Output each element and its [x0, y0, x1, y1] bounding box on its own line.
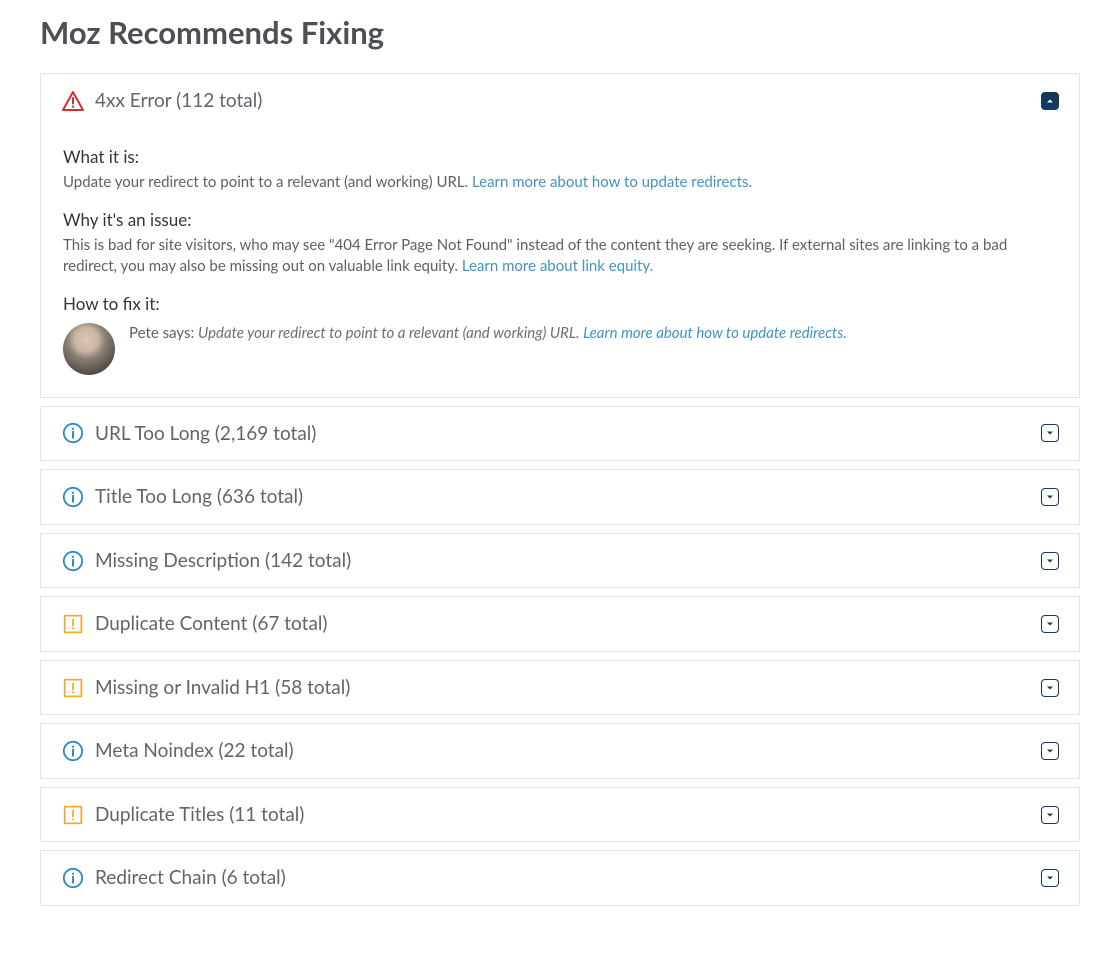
- issue-title: Missing Description (142 total): [95, 547, 1041, 575]
- expand-toggle[interactable]: [1041, 742, 1059, 760]
- issue-title: Title Too Long (636 total): [95, 483, 1041, 511]
- issues-list: 4xx Error (112 total) What it is: Update…: [40, 73, 1080, 906]
- issue-header-redirect-chain[interactable]: Redirect Chain (6 total): [41, 851, 1079, 905]
- issue-panel-meta-noindex: Meta Noindex (22 total): [40, 723, 1080, 779]
- issue-title: 4xx Error (112 total): [95, 87, 1041, 115]
- info-icon: [61, 549, 85, 573]
- collapse-toggle[interactable]: [1041, 92, 1059, 110]
- info-icon: [61, 485, 85, 509]
- info-icon: [61, 866, 85, 890]
- what-text: Update your redirect to point to a relev…: [63, 172, 1057, 194]
- issue-title: Redirect Chain (6 total): [95, 864, 1041, 892]
- issue-header-duplicate-content[interactable]: Duplicate Content (67 total): [41, 597, 1079, 651]
- issue-panel-missing-description: Missing Description (142 total): [40, 533, 1080, 589]
- issue-header-missing-description[interactable]: Missing Description (142 total): [41, 534, 1079, 588]
- issue-body-4xx-error: What it is: Update your redirect to poin…: [41, 127, 1079, 396]
- info-icon: [61, 739, 85, 763]
- avatar: [63, 323, 115, 375]
- issue-panel-redirect-chain: Redirect Chain (6 total): [40, 850, 1080, 906]
- fix-heading: How to fix it:: [63, 292, 1057, 317]
- fix-row: Pete says: Update your redirect to point…: [63, 323, 1057, 375]
- info-icon: [61, 421, 85, 445]
- issue-panel-url-too-long: URL Too Long (2,169 total): [40, 406, 1080, 462]
- warn-square-icon: [61, 676, 85, 700]
- issue-title: Meta Noindex (22 total): [95, 737, 1041, 765]
- alert-triangle-icon: [61, 89, 85, 113]
- fix-says: Pete says:: [129, 324, 198, 342]
- expand-toggle[interactable]: [1041, 679, 1059, 697]
- what-heading: What it is:: [63, 145, 1057, 170]
- warn-square-icon: [61, 612, 85, 636]
- issue-header-missing-h1[interactable]: Missing or Invalid H1 (58 total): [41, 661, 1079, 715]
- issue-header-meta-noindex[interactable]: Meta Noindex (22 total): [41, 724, 1079, 778]
- expand-toggle[interactable]: [1041, 552, 1059, 570]
- fix-advice: Update your redirect to point to a relev…: [198, 324, 583, 342]
- expand-toggle[interactable]: [1041, 615, 1059, 633]
- issue-title: Missing or Invalid H1 (58 total): [95, 674, 1041, 702]
- what-link[interactable]: Learn more about how to update redirects…: [472, 173, 752, 191]
- issue-title: URL Too Long (2,169 total): [95, 420, 1041, 448]
- expand-toggle[interactable]: [1041, 424, 1059, 442]
- what-text-span: Update your redirect to point to a relev…: [63, 173, 472, 191]
- issue-header-4xx-error[interactable]: 4xx Error (112 total): [41, 74, 1079, 128]
- issue-panel-4xx-error: 4xx Error (112 total) What it is: Update…: [40, 73, 1080, 398]
- page-title: Moz Recommends Fixing: [40, 10, 1080, 55]
- why-text: This is bad for site visitors, who may s…: [63, 235, 1057, 279]
- issue-panel-duplicate-content: Duplicate Content (67 total): [40, 596, 1080, 652]
- issue-title: Duplicate Titles (11 total): [95, 801, 1041, 829]
- expand-toggle[interactable]: [1041, 806, 1059, 824]
- fix-link[interactable]: Learn more about how to update redirects…: [583, 324, 847, 342]
- issue-header-url-too-long[interactable]: URL Too Long (2,169 total): [41, 407, 1079, 461]
- warn-square-icon: [61, 803, 85, 827]
- issue-panel-missing-h1: Missing or Invalid H1 (58 total): [40, 660, 1080, 716]
- issue-header-duplicate-titles[interactable]: Duplicate Titles (11 total): [41, 788, 1079, 842]
- fix-text: Pete says: Update your redirect to point…: [129, 323, 847, 345]
- issue-panel-title-too-long: Title Too Long (636 total): [40, 469, 1080, 525]
- why-heading: Why it's an issue:: [63, 208, 1057, 233]
- issue-panel-duplicate-titles: Duplicate Titles (11 total): [40, 787, 1080, 843]
- issue-title: Duplicate Content (67 total): [95, 610, 1041, 638]
- expand-toggle[interactable]: [1041, 869, 1059, 887]
- why-link[interactable]: Learn more about link equity.: [462, 257, 653, 275]
- issue-header-title-too-long[interactable]: Title Too Long (636 total): [41, 470, 1079, 524]
- expand-toggle[interactable]: [1041, 488, 1059, 506]
